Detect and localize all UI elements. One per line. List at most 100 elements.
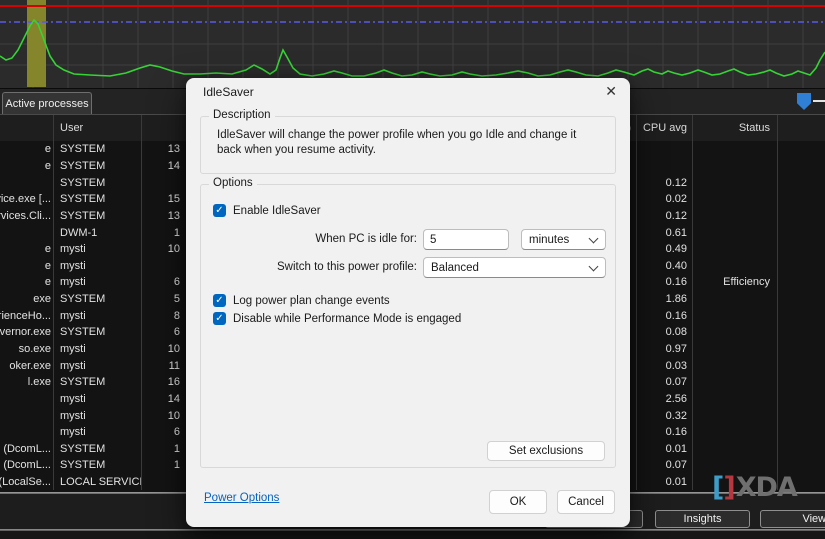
- user-cell: SYSTEM: [53, 157, 141, 175]
- status-cell: [692, 257, 777, 275]
- status-cell: [692, 290, 777, 308]
- cancel-button[interactable]: Cancel: [557, 490, 615, 514]
- checkbox-checked-icon[interactable]: ✓: [213, 294, 226, 307]
- user-cell: SYSTEM: [53, 190, 141, 208]
- cpu-avg-cell: 0.97: [636, 340, 692, 358]
- status-cell: [692, 157, 777, 175]
- xda-logo-text: XDA: [735, 472, 798, 503]
- status-cell: [692, 407, 777, 424]
- description-group: Description IdleSaver will change the po…: [200, 109, 616, 174]
- extra-cell: [777, 190, 825, 208]
- idle-unit-select[interactable]: minutes: [521, 229, 606, 250]
- status-cell: [692, 440, 777, 458]
- idle-minutes-input[interactable]: [423, 229, 509, 250]
- power-profile-row: Switch to this power profile: Balanced: [201, 257, 615, 279]
- process-name-cell: exe: [33, 293, 51, 306]
- ok-button[interactable]: OK: [489, 490, 547, 514]
- status-cell: Efficiency: [692, 274, 777, 291]
- process-name-cell: e (DcomL...: [0, 442, 51, 455]
- cpu-avg-cell: 2.56: [636, 390, 692, 408]
- header-process[interactable]: [0, 115, 53, 141]
- extra-cell: [777, 224, 825, 241]
- tab-active-processes[interactable]: Active processes: [2, 92, 92, 115]
- power-profile-select[interactable]: Balanced: [423, 257, 606, 278]
- process-name-cell: vernor.exe: [0, 326, 51, 339]
- count-cell: 14: [141, 390, 182, 408]
- disable-performance-label: Disable while Performance Mode is engage…: [233, 312, 462, 325]
- extra-cell: [777, 290, 825, 308]
- extra-cell: [777, 307, 825, 325]
- description-text: IdleSaver will change the power profile …: [217, 129, 577, 156]
- set-exclusions-button[interactable]: Set exclusions: [487, 441, 605, 461]
- user-cell: mysti: [53, 307, 141, 325]
- xda-logo: []XDA: [712, 472, 798, 503]
- process-name-cell: [0, 224, 53, 241]
- count-cell: 13: [141, 141, 182, 158]
- cpu-avg-cell: 0.07: [636, 373, 692, 391]
- dialog-title: IdleSaver: [203, 85, 254, 99]
- count-cell: 10: [141, 407, 182, 424]
- cpu-avg-cell: 1.86: [636, 290, 692, 308]
- extra-cell: [777, 423, 825, 441]
- checkbox-checked-icon[interactable]: ✓: [213, 312, 226, 325]
- status-cell: [692, 240, 777, 258]
- bottom-strip: [0, 531, 825, 539]
- insights-button[interactable]: Insights: [655, 510, 750, 528]
- count-cell: [141, 473, 182, 491]
- extra-cell: [777, 141, 825, 158]
- description-group-label: Description: [209, 109, 275, 121]
- log-events-checkbox[interactable]: ✓ Log power plan change events: [213, 294, 390, 307]
- process-name-cell: l.exe: [27, 376, 51, 389]
- cpu-avg-cell: 0.02: [636, 190, 692, 208]
- user-cell: SYSTEM: [53, 373, 141, 391]
- extra-cell: [777, 174, 825, 191]
- process-name-cell: rvices.Cli...: [0, 209, 51, 222]
- user-cell: LOCAL SERVICE: [53, 473, 141, 491]
- tab-label: Active processes: [5, 98, 89, 110]
- user-cell: mysti: [53, 357, 141, 374]
- header-status[interactable]: Status: [692, 115, 777, 141]
- status-cell: [692, 224, 777, 241]
- user-cell: SYSTEM: [53, 207, 141, 225]
- process-name-cell: e: [44, 159, 51, 172]
- status-cell: [692, 324, 777, 341]
- cpu-avg-cell: 0.12: [636, 207, 692, 225]
- power-options-link[interactable]: Power Options: [204, 492, 279, 504]
- count-cell: 15: [141, 190, 182, 208]
- graph-slider-handle[interactable]: [797, 93, 811, 110]
- close-icon[interactable]: ✕: [605, 83, 617, 100]
- count-cell: 10: [141, 240, 182, 258]
- extra-cell: [777, 324, 825, 341]
- count-cell: 14: [141, 157, 182, 175]
- count-cell: 6: [141, 274, 182, 291]
- user-cell: SYSTEM: [53, 290, 141, 308]
- user-cell: mysti: [53, 407, 141, 424]
- count-cell: [141, 174, 182, 191]
- status-cell: [692, 357, 777, 374]
- header-count[interactable]: [141, 115, 182, 141]
- status-cell: [692, 207, 777, 225]
- cpu-avg-cell: 0.40: [636, 257, 692, 275]
- enable-idlesaver-checkbox[interactable]: ✓ Enable IdleSaver: [213, 204, 321, 217]
- count-cell: 1: [141, 440, 182, 458]
- user-cell: mysti: [53, 423, 141, 441]
- checkbox-checked-icon[interactable]: ✓: [213, 204, 226, 217]
- cpu-avg-cell: 0.61: [636, 224, 692, 241]
- header-cpu-avg[interactable]: CPU avg: [636, 115, 692, 141]
- disable-performance-checkbox[interactable]: ✓ Disable while Performance Mode is enga…: [213, 312, 461, 325]
- user-cell: DWM-1: [53, 224, 141, 241]
- cpu-avg-cell: 0.12: [636, 174, 692, 191]
- header-user[interactable]: User: [53, 115, 141, 141]
- process-name-cell: rienceHo...: [0, 309, 51, 322]
- extra-cell: [777, 373, 825, 391]
- status-cell: [692, 141, 777, 158]
- extra-cell: [777, 157, 825, 175]
- count-cell: 8: [141, 307, 182, 325]
- extra-cell: [777, 390, 825, 408]
- view-log-button[interactable]: View Log: [760, 510, 825, 528]
- user-cell: mysti: [53, 257, 141, 275]
- user-cell: mysti: [53, 274, 141, 291]
- chevron-down-icon: [588, 261, 599, 271]
- idle-time-row: When PC is idle for: minutes: [201, 229, 615, 251]
- extra-cell: [777, 207, 825, 225]
